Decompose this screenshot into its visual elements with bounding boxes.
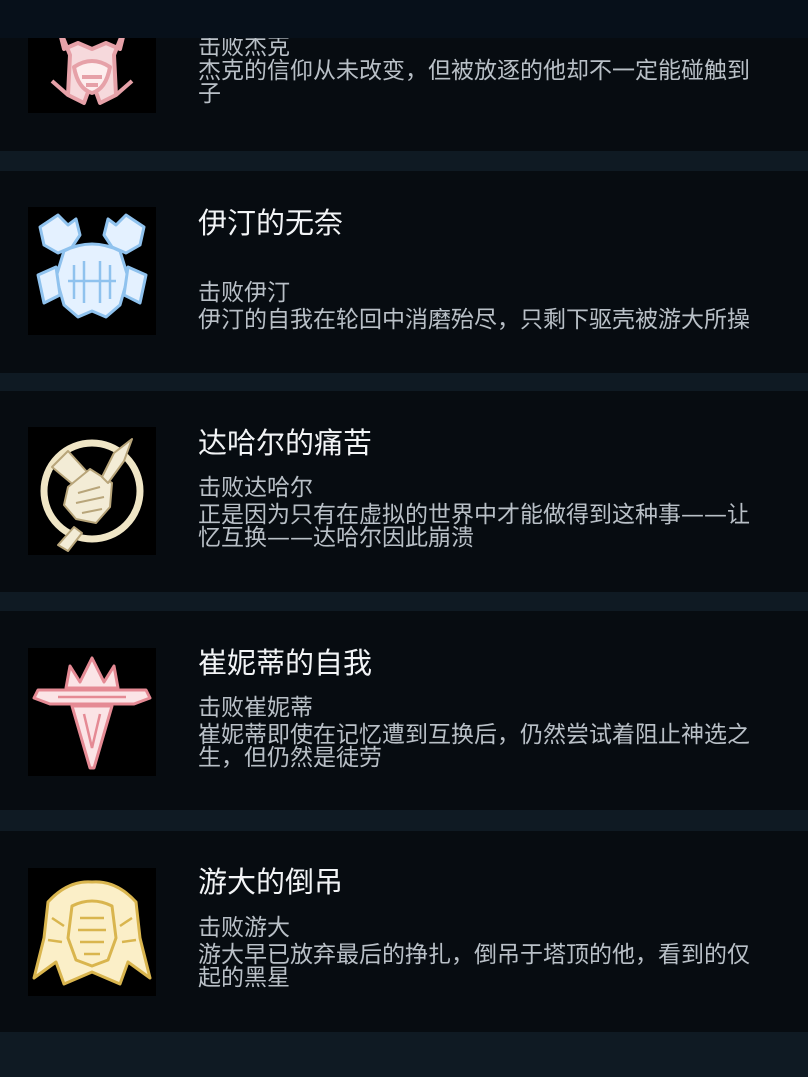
achievement-subtitle: 击败伊汀 (198, 280, 290, 306)
achievement-title: 崔妮蒂的自我 (198, 646, 373, 680)
achievement-subtitle: 击败达哈尔 (198, 475, 313, 501)
description-line: 子 (198, 81, 221, 107)
achievement-description: 崔妮蒂即使在记忆遭到互换后，仍然尝试着阻止神选之 生，但仍然是徒劳 (198, 724, 808, 770)
description-line: 生，但仍然是徒劳 (198, 745, 382, 771)
achievement-list-screen: 击败杰克 杰克的信仰从未改变，但被放逐的他却不一定能碰触到 子 伊汀的无奈 击败… (0, 0, 808, 1077)
cuinidi-crest-icon (28, 648, 156, 776)
description-line: 崔妮蒂即使在记忆遭到互换后，仍然尝试着阻止神选之 (198, 722, 750, 748)
achievement-description: 杰克的信仰从未改变，但被放逐的他却不一定能碰触到 子 (198, 60, 808, 106)
description-line: 杰克的信仰从未改变，但被放逐的他却不一定能碰触到 (198, 58, 750, 84)
achievement-subtitle: 击败游大 (198, 915, 290, 941)
description-line: 正是因为只有在虚拟的世界中才能做得到这种事——让 (198, 502, 750, 528)
achievement-title: 游大的倒吊 (198, 865, 344, 899)
description-line: 游大早已放弃最后的挣扎，倒吊于塔顶的他，看到的仅 (198, 942, 750, 968)
jack-crest-icon (28, 38, 156, 113)
yiting-crest-icon (28, 207, 156, 335)
youda-crest-icon (28, 868, 156, 996)
achievement-subtitle: 击败杰克 (198, 38, 290, 60)
achievement-description: 伊汀的自我在轮回中消磨殆尽，只剩下驱壳被游大所操 (198, 309, 808, 332)
achievement-row[interactable]: 伊汀的无奈 击败伊汀 伊汀的自我在轮回中消磨殆尽，只剩下驱壳被游大所操 (0, 171, 808, 373)
achievement-subtitle: 击败崔妮蒂 (198, 695, 313, 721)
top-bar (0, 0, 808, 38)
description-line: 忆互换——达哈尔因此崩溃 (198, 525, 474, 551)
achievement-description: 游大早已放弃最后的挣扎，倒吊于塔顶的他，看到的仅 起的黑星 (198, 944, 808, 990)
achievement-row[interactable]: 崔妮蒂的自我 击败崔妮蒂 崔妮蒂即使在记忆遭到互换后，仍然尝试着阻止神选之 生，… (0, 611, 808, 810)
achievement-row[interactable]: 游大的倒吊 击败游大 游大早已放弃最后的挣扎，倒吊于塔顶的他，看到的仅 起的黑星 (0, 831, 808, 1032)
description-line: 起的黑星 (198, 965, 290, 991)
achievement-title: 伊汀的无奈 (198, 206, 344, 240)
achievement-description: 正是因为只有在虚拟的世界中才能做得到这种事——让 忆互换——达哈尔因此崩溃 (198, 504, 808, 550)
achievement-row[interactable]: 击败杰克 杰克的信仰从未改变，但被放逐的他却不一定能碰触到 子 (0, 38, 808, 151)
achievement-row[interactable]: 达哈尔的痛苦 击败达哈尔 正是因为只有在虚拟的世界中才能做得到这种事——让 忆互… (0, 391, 808, 592)
description-line: 伊汀的自我在轮回中消磨殆尽，只剩下驱壳被游大所操 (198, 307, 750, 333)
achievement-title: 达哈尔的痛苦 (198, 426, 373, 460)
daharr-crest-icon (28, 427, 156, 555)
